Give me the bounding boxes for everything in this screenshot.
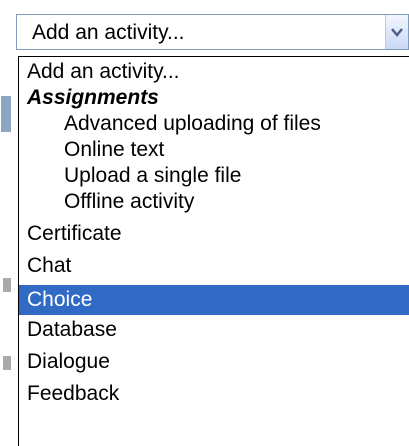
option-offline-activity[interactable]: Offline activity bbox=[19, 189, 409, 215]
option-add-activity[interactable]: Add an activity... bbox=[19, 59, 409, 85]
activity-select[interactable]: Add an activity... bbox=[16, 14, 409, 50]
background-fragment-3 bbox=[3, 356, 11, 370]
screenshot-stage: Add an activity... Add an activity... As… bbox=[0, 0, 409, 446]
chevron-down-icon[interactable] bbox=[385, 15, 408, 49]
option-online-text[interactable]: Online text bbox=[19, 137, 409, 163]
option-chat[interactable]: Chat bbox=[19, 253, 409, 279]
option-advanced-uploading[interactable]: Advanced uploading of files bbox=[19, 111, 409, 137]
chevron-down-glyph bbox=[391, 27, 403, 37]
option-certificate[interactable]: Certificate bbox=[19, 221, 409, 247]
background-fragment-1 bbox=[1, 96, 11, 132]
activity-select-value: Add an activity... bbox=[32, 21, 185, 44]
option-feedback[interactable]: Feedback bbox=[19, 381, 409, 407]
option-choice[interactable]: Choice bbox=[19, 285, 409, 315]
option-database[interactable]: Database bbox=[19, 317, 409, 343]
option-dialogue[interactable]: Dialogue bbox=[19, 349, 409, 375]
option-upload-single-file[interactable]: Upload a single file bbox=[19, 163, 409, 189]
optgroup-assignments: Assignments bbox=[27, 86, 159, 109]
activity-dropdown-list[interactable]: Add an activity... Assignments Advanced … bbox=[18, 56, 409, 446]
background-fragment-2 bbox=[3, 278, 11, 292]
